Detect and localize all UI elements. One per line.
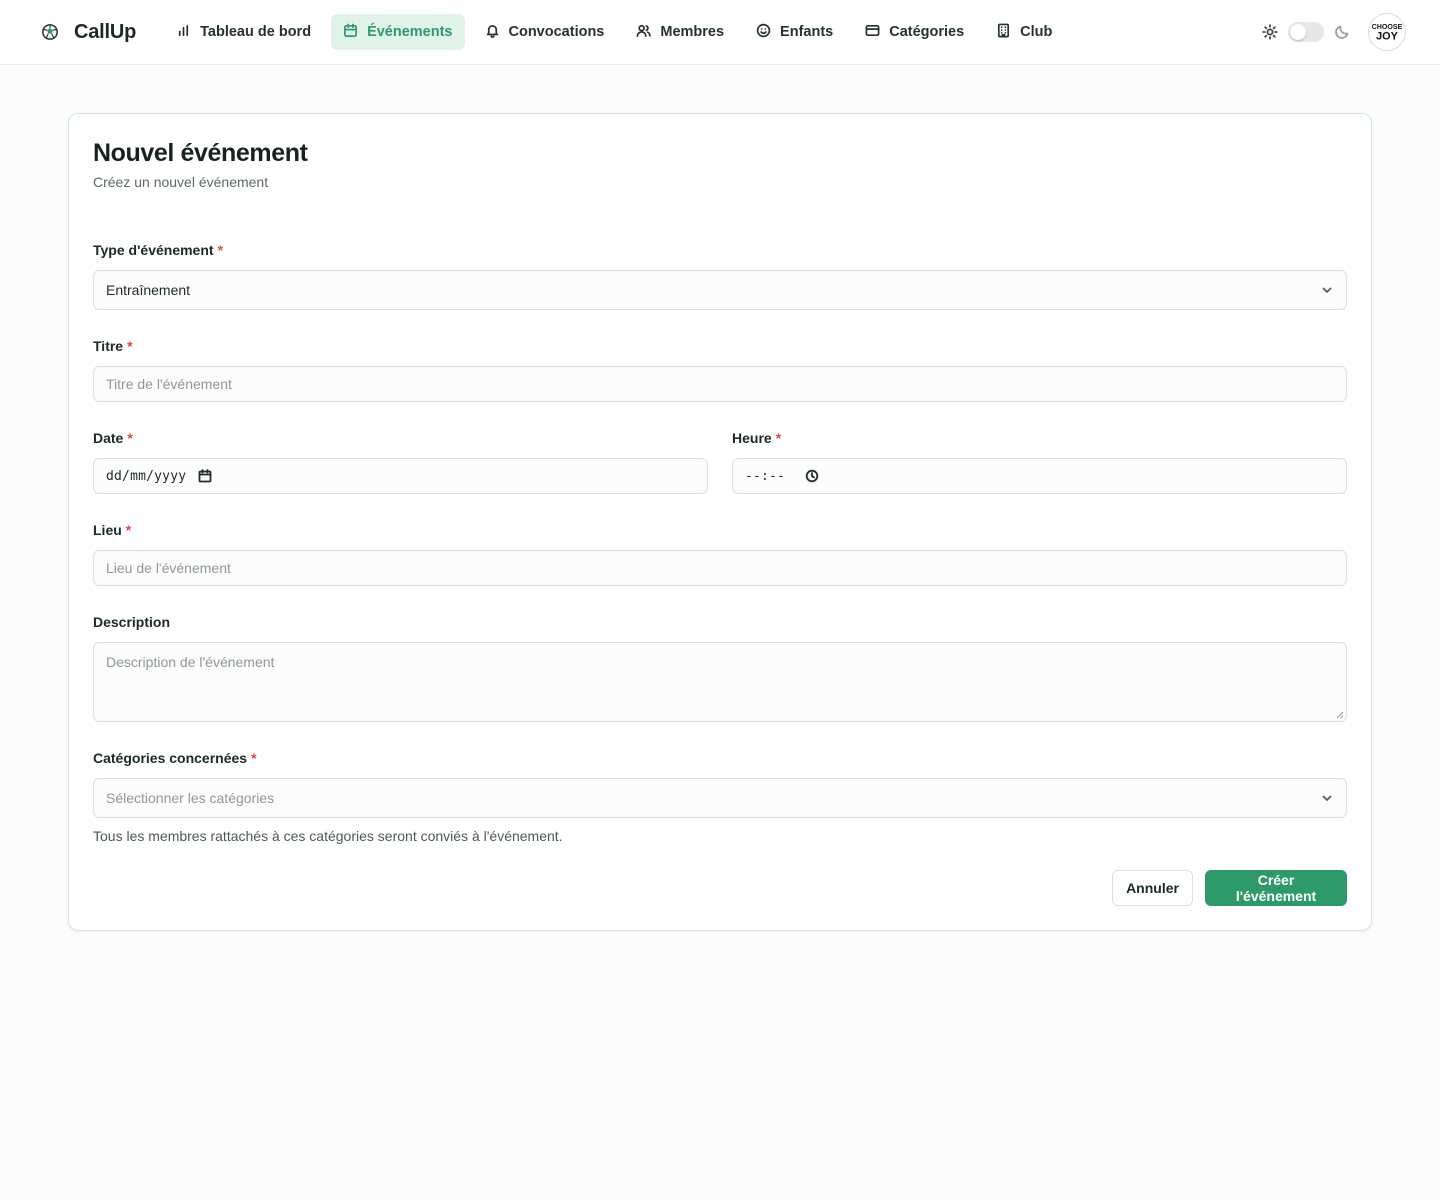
- event-type-field: Type d'événement * Entraînement: [93, 242, 1347, 310]
- time-field: Heure * --:--: [732, 430, 1347, 494]
- description-textarea[interactable]: Description de l'événement: [93, 642, 1347, 722]
- cancel-button[interactable]: Annuler: [1112, 870, 1193, 906]
- clock-icon[interactable]: [805, 469, 819, 483]
- description-field: Description Description de l'événement: [93, 614, 1347, 722]
- nav-item-label: Tableau de bord: [200, 24, 312, 40]
- nav-item-categories[interactable]: Catégories: [853, 14, 976, 50]
- required-marker: *: [251, 750, 257, 766]
- required-marker: *: [217, 242, 224, 258]
- moon-icon: [1334, 24, 1350, 40]
- nav-item-club[interactable]: Club: [984, 14, 1064, 50]
- date-value: dd/mm/yyyy: [106, 468, 187, 484]
- nav-item-members[interactable]: Membres: [624, 14, 736, 50]
- form-actions: Annuler Créer l'événement: [1112, 870, 1347, 906]
- time-label: Heure *: [732, 430, 782, 446]
- choose-joy-logo: CHOOSE JOY: [1372, 23, 1403, 43]
- nav-item-events[interactable]: Événements: [331, 14, 465, 50]
- location-input[interactable]: Lieu de l'événement: [93, 550, 1347, 586]
- avatar[interactable]: CHOOSE JOY: [1368, 13, 1406, 51]
- categories-select[interactable]: Sélectionner les catégories: [93, 778, 1347, 818]
- nav-item-label: Convocations: [508, 24, 605, 40]
- main-nav: Tableau de bord Événements Convocations …: [164, 14, 1064, 50]
- svg-text:JOY: JOY: [1376, 31, 1399, 43]
- theme-toggle[interactable]: [1288, 22, 1324, 42]
- required-marker: *: [127, 338, 133, 354]
- calendar-picker-icon[interactable]: [198, 469, 212, 483]
- resize-handle-icon[interactable]: [1336, 711, 1344, 719]
- page-title: Nouvel événement: [93, 139, 308, 167]
- date-field: Date * dd/mm/yyyy: [93, 430, 708, 494]
- bar-chart-icon: [176, 23, 191, 42]
- title-field: Titre * Titre de l'événement: [93, 338, 1347, 402]
- event-type-value: Entraînement: [106, 282, 191, 298]
- nav-item-label: Enfants: [780, 24, 834, 40]
- title-placeholder: Titre de l'événement: [106, 376, 232, 392]
- time-value: --:--: [745, 468, 786, 484]
- users-icon: [636, 23, 651, 42]
- top-navbar: CallUp Tableau de bord Événements Convoc…: [0, 0, 1440, 65]
- smile-icon: [756, 23, 771, 42]
- app-name: CallUp: [74, 20, 137, 43]
- nav-item-label: Événements: [367, 24, 453, 40]
- building-icon: [996, 23, 1011, 42]
- chevron-down-icon: [1320, 283, 1334, 297]
- bell-icon: [485, 23, 500, 42]
- page-subtitle: Créez un nouvel événement: [93, 174, 269, 190]
- brand[interactable]: CallUp: [40, 21, 136, 44]
- title-label: Titre *: [93, 338, 133, 354]
- required-marker: *: [775, 430, 782, 446]
- create-event-button[interactable]: Créer l'événement: [1205, 870, 1347, 906]
- required-marker: *: [127, 430, 133, 446]
- location-placeholder: Lieu de l'événement: [106, 560, 231, 576]
- location-label: Lieu *: [93, 522, 132, 538]
- event-type-label: Type d'événement *: [93, 242, 224, 258]
- description-placeholder: Description de l'événement: [106, 654, 275, 670]
- description-label: Description: [93, 614, 171, 630]
- nav-item-label: Membres: [660, 24, 725, 40]
- location-field: Lieu * Lieu de l'événement: [93, 522, 1347, 586]
- nav-item-label: Catégories: [889, 24, 965, 40]
- categories-label: Catégories concernées *: [93, 750, 257, 766]
- calendar-icon: [343, 23, 358, 42]
- event-type-select[interactable]: Entraînement: [93, 270, 1347, 310]
- header-tools: CHOOSE JOY: [1262, 13, 1406, 51]
- time-input[interactable]: --:--: [732, 458, 1347, 494]
- new-event-card: Nouvel événement Créez un nouvel événeme…: [68, 113, 1372, 931]
- categories-placeholder: Sélectionner les catégories: [106, 790, 275, 806]
- date-label: Date *: [93, 430, 133, 446]
- chevron-down-icon: [1320, 791, 1334, 805]
- soccer-ball-icon: [40, 22, 60, 42]
- date-input[interactable]: dd/mm/yyyy: [93, 458, 708, 494]
- card-icon: [865, 23, 880, 42]
- nav-item-convocations[interactable]: Convocations: [473, 14, 617, 50]
- toggle-knob: [1290, 24, 1306, 40]
- categories-helper-text: Tous les membres rattachés à ces catégor…: [93, 828, 563, 844]
- title-input[interactable]: Titre de l'événement: [93, 366, 1347, 402]
- sun-icon: [1262, 24, 1278, 40]
- categories-field: Catégories concernées * Sélectionner les …: [93, 750, 1347, 844]
- required-marker: *: [125, 522, 132, 538]
- nav-item-children[interactable]: Enfants: [744, 14, 845, 50]
- nav-item-label: Club: [1020, 24, 1053, 40]
- nav-item-dashboard[interactable]: Tableau de bord: [164, 14, 323, 50]
